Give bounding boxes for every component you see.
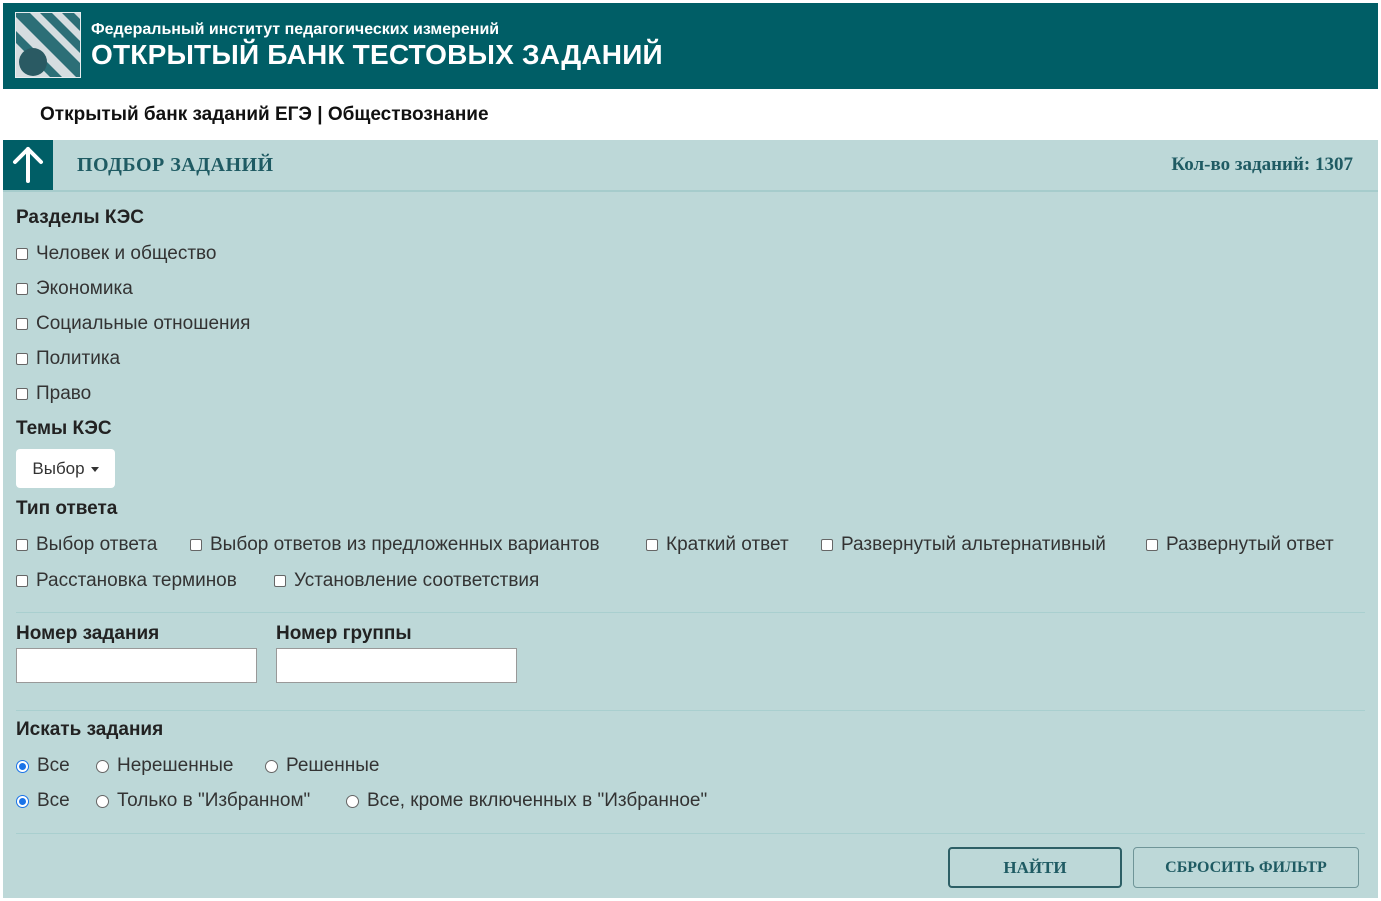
checkbox[interactable] — [821, 539, 833, 551]
section-checkbox-item[interactable]: Социальные отношения — [16, 313, 250, 335]
radio-label: Нерешенные — [117, 755, 234, 776]
fipi-logo[interactable] — [15, 12, 81, 78]
answer-type-checkbox-item[interactable]: Развернутый альтернативный — [821, 534, 1106, 556]
radio[interactable] — [96, 794, 109, 808]
group-number-input[interactable] — [276, 648, 517, 683]
section-checkbox-item[interactable]: Политика — [16, 348, 120, 370]
filter-panel-header: ПОДБОР ЗАДАНИЙ Кол-во заданий: 1307 — [3, 140, 1378, 192]
radio-label: Все, кроме включенных в "Избранное" — [367, 790, 708, 811]
checkbox-label: Краткий ответ — [666, 534, 789, 555]
sections-label: Разделы КЭС — [16, 207, 144, 228]
task-number-input[interactable] — [16, 648, 257, 683]
checkbox[interactable] — [16, 283, 28, 295]
answer-type-checkbox-item[interactable]: Выбор ответов из предложенных вариантов — [190, 534, 600, 556]
breadcrumb-bar: Открытый банк заданий ЕГЭ | Обществознан… — [3, 89, 1378, 140]
checkbox[interactable] — [16, 318, 28, 330]
reset-filter-button[interactable]: СБРОСИТЬ ФИЛЬТР — [1133, 847, 1359, 888]
checkbox-label: Развернутый ответ — [1166, 534, 1334, 555]
collapse-button[interactable] — [3, 140, 53, 190]
filter-panel: ПОДБОР ЗАДАНИЙ Кол-во заданий: 1307 Разд… — [3, 140, 1378, 898]
radio[interactable] — [346, 794, 359, 808]
favorites-radio-except[interactable]: Все, кроме включенных в "Избранное" — [346, 790, 707, 812]
checkbox[interactable] — [1146, 539, 1158, 551]
checkbox-label: Выбор ответов из предложенных вариантов — [210, 534, 600, 555]
checkbox-label: Экономика — [36, 278, 133, 299]
checkbox-label: Расстановка терминов — [36, 570, 237, 591]
checkbox-label: Выбор ответа — [36, 534, 158, 555]
favorites-radio-only[interactable]: Только в "Избранном" — [96, 790, 310, 812]
search-label: Искать задания — [16, 719, 164, 740]
topics-dropdown[interactable]: Выбор — [16, 449, 115, 488]
checkbox[interactable] — [16, 388, 28, 400]
breadcrumb: Открытый банк заданий ЕГЭ | Обществознан… — [40, 104, 489, 125]
arrow-up-icon — [13, 147, 43, 183]
checkbox[interactable] — [190, 539, 202, 551]
answer-type-checkbox-item[interactable]: Установление соответствия — [274, 570, 539, 592]
panel-title: ПОДБОР ЗАДАНИЙ — [77, 154, 274, 176]
answer-type-label: Тип ответа — [16, 498, 118, 519]
radio[interactable] — [96, 759, 109, 773]
topics-label: Темы КЭС — [16, 418, 112, 439]
divider — [16, 710, 1365, 711]
answer-type-checkbox-item[interactable]: Выбор ответа — [16, 534, 157, 556]
radio-label: Только в "Избранном" — [117, 790, 311, 811]
task-count: Кол-во заданий: 1307 — [1171, 154, 1353, 175]
divider — [16, 833, 1365, 834]
checkbox-label: Человек и общество — [36, 243, 217, 264]
checkbox[interactable] — [16, 353, 28, 365]
answer-type-checkbox-item[interactable]: Краткий ответ — [646, 534, 789, 556]
caret-down-icon — [90, 467, 99, 472]
radio-selected[interactable] — [16, 794, 29, 808]
favorites-radio-all[interactable]: Все — [16, 790, 70, 812]
search-radio-solved[interactable]: Решенные — [265, 755, 379, 777]
checkbox[interactable] — [16, 248, 28, 260]
radio-label: Все — [37, 755, 70, 776]
checkbox-label: Политика — [36, 348, 121, 369]
radio-label: Решенные — [286, 755, 380, 776]
checkbox-label: Развернутый альтернативный — [841, 534, 1106, 555]
task-number-label: Номер задания — [16, 623, 160, 644]
header-title[interactable]: ОТКРЫТЫЙ БАНК ТЕСТОВЫХ ЗАДАНИЙ — [91, 39, 663, 71]
site-header: Федеральный институт педагогических изме… — [3, 3, 1378, 89]
section-checkbox-item[interactable]: Право — [16, 383, 91, 405]
checkbox-label: Установление соответствия — [294, 570, 540, 591]
checkbox[interactable] — [16, 575, 28, 587]
header-subtitle: Федеральный институт педагогических изме… — [91, 21, 500, 38]
section-checkbox-item[interactable]: Экономика — [16, 278, 133, 300]
checkbox[interactable] — [16, 539, 28, 551]
radio-selected[interactable] — [16, 759, 29, 773]
checkbox[interactable] — [646, 539, 658, 551]
checkbox-label: Социальные отношения — [36, 313, 251, 334]
radio[interactable] — [265, 759, 278, 773]
dropdown-label: Выбор — [32, 458, 85, 478]
answer-type-checkbox-item[interactable]: Развернутый ответ — [1146, 534, 1334, 556]
group-number-label: Номер группы — [276, 623, 412, 644]
divider — [16, 612, 1365, 613]
search-radio-all[interactable]: Все — [16, 755, 70, 777]
radio-label: Все — [37, 790, 70, 811]
checkbox[interactable] — [274, 575, 286, 587]
checkbox-label: Право — [36, 383, 92, 404]
answer-type-checkbox-item[interactable]: Расстановка терминов — [16, 570, 237, 592]
find-button[interactable]: НАЙТИ — [948, 847, 1122, 888]
page: Федеральный институт педагогических изме… — [3, 3, 1378, 898]
section-checkbox-item[interactable]: Человек и общество — [16, 243, 216, 265]
search-radio-unsolved[interactable]: Нерешенные — [96, 755, 233, 777]
